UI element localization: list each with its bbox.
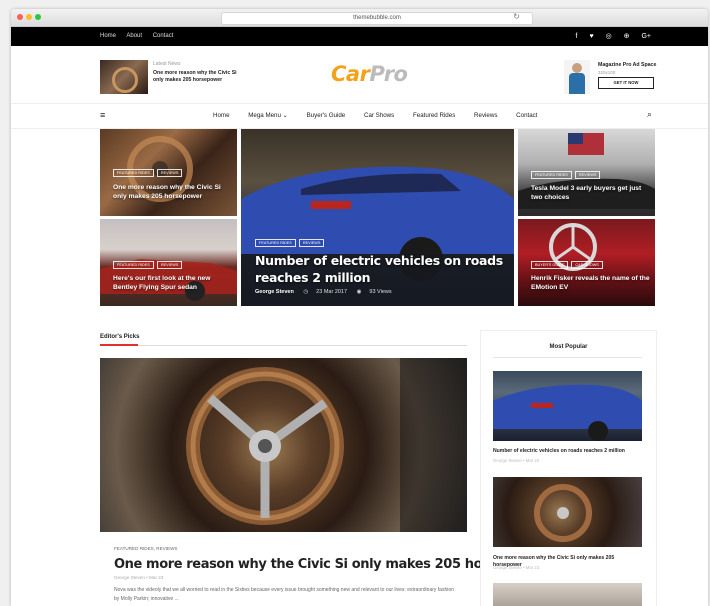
top-nav-home[interactable]: Home bbox=[100, 33, 116, 39]
main-nav-links: Home Mega Menu ⌄ Buyer's Guide Car Shows… bbox=[213, 104, 554, 128]
hero-tile-title[interactable]: Henrik Fisker reveals the name of the EM… bbox=[531, 274, 651, 292]
tag-featured-rides[interactable]: Featured Rides bbox=[113, 261, 154, 269]
nav-contact[interactable]: Contact bbox=[516, 112, 537, 119]
editors-pick-tags[interactable]: FEATURED RIDES, REVIEWS bbox=[114, 546, 177, 551]
most-popular-heading: Most Popular bbox=[549, 344, 588, 350]
tag-list: Featured Rides Reviews bbox=[113, 169, 183, 177]
clock-icon: ◷ bbox=[303, 289, 309, 295]
close-window-button[interactable] bbox=[17, 14, 23, 20]
main-nav: ≡ Home Mega Menu ⌄ Buyer's Guide Car Sho… bbox=[11, 104, 708, 129]
logo-part-1: Car bbox=[331, 62, 370, 86]
editors-pick-excerpt: Nova was the videoly that we all worried… bbox=[114, 587, 454, 602]
hero-tile-title[interactable]: Here's our first look at the new Bentley… bbox=[113, 274, 233, 292]
nav-reviews[interactable]: Reviews bbox=[474, 112, 497, 119]
get-it-now-button[interactable]: GET IT NOW bbox=[598, 77, 654, 89]
minimize-window-button[interactable] bbox=[26, 14, 32, 20]
eye-icon: ◉ bbox=[356, 289, 362, 295]
editors-pick-meta: George Steven • Mar 23 bbox=[114, 575, 164, 580]
popular-item-image[interactable] bbox=[493, 477, 642, 547]
address-bar[interactable]: themebubble.com bbox=[221, 12, 533, 25]
top-nav-about[interactable]: About bbox=[126, 33, 142, 39]
reload-icon[interactable]: ↻ bbox=[513, 12, 520, 21]
tag-list: Featured Rides Reviews bbox=[113, 261, 183, 269]
browser-window: themebubble.com ↻ Home About Contact f ♥… bbox=[11, 9, 708, 606]
steering-wheel-illustration bbox=[534, 484, 592, 542]
blue-car-illustration bbox=[493, 384, 642, 441]
hero-tile-top-right[interactable]: Featured Rides Reviews Tesla Model 3 ear… bbox=[518, 129, 655, 216]
tag-featured-rides[interactable]: Featured Rides bbox=[255, 239, 296, 247]
popular-item-meta: George Steven • Mar 23 bbox=[493, 458, 540, 463]
section-divider bbox=[100, 344, 467, 346]
pinterest-icon[interactable]: ⊕ bbox=[624, 33, 630, 40]
popular-item-meta: George Steven • Mar 23 bbox=[493, 565, 540, 570]
facebook-icon[interactable]: f bbox=[576, 33, 578, 40]
tag-list: Featured Rides Reviews bbox=[531, 171, 601, 179]
post-date: 23 Mar 2017 bbox=[316, 289, 348, 295]
tag-list: Featured Rides Reviews bbox=[255, 239, 325, 247]
popular-item-image[interactable] bbox=[493, 583, 642, 606]
logo-part-2: Pro bbox=[369, 62, 408, 86]
hero-tile-bottom-left[interactable]: Featured Rides Reviews Here's our first … bbox=[100, 219, 237, 306]
latest-news-title[interactable]: One more reason why the Civic Si only ma… bbox=[153, 70, 243, 84]
nav-home[interactable]: Home bbox=[213, 112, 230, 119]
popular-item-image[interactable] bbox=[493, 371, 642, 441]
social-links: f ♥ ◎ ⊕ G+ bbox=[566, 27, 651, 46]
editors-pick-image[interactable] bbox=[100, 358, 467, 532]
hero-tile-title[interactable]: Tesla Model 3 early buyers get just two … bbox=[531, 184, 646, 202]
zoom-window-button[interactable] bbox=[35, 14, 41, 20]
google-plus-icon[interactable]: G+ bbox=[641, 33, 651, 40]
ad-size: 320x100 bbox=[598, 70, 616, 75]
most-popular-sidebar: Most Popular Number of electric vehicles… bbox=[480, 330, 657, 606]
tag-reviews[interactable]: Reviews bbox=[298, 239, 325, 247]
instagram-icon[interactable]: ◎ bbox=[606, 33, 612, 40]
hero-tile-top-left[interactable]: Featured Rides Reviews One more reason w… bbox=[100, 129, 237, 216]
latest-news-thumbnail[interactable] bbox=[100, 60, 148, 94]
hero-main-title[interactable]: Number of electric vehicles on roads rea… bbox=[255, 252, 510, 286]
nav-featured-rides[interactable]: Featured Rides bbox=[413, 112, 455, 119]
ad-image bbox=[564, 60, 590, 94]
tag-reviews[interactable]: Reviews bbox=[156, 261, 183, 269]
top-bar: Home About Contact f ♥ ◎ ⊕ G+ bbox=[11, 27, 708, 46]
tag-featured-rides[interactable]: Featured Rides bbox=[531, 171, 572, 179]
hamburger-menu-icon[interactable]: ≡ bbox=[100, 110, 105, 120]
site-logo[interactable]: CarPro bbox=[331, 62, 408, 86]
nav-car-shows[interactable]: Car Shows bbox=[364, 112, 394, 119]
editors-picks-heading: Editor's Picks bbox=[100, 334, 140, 340]
top-nav: Home About Contact bbox=[100, 27, 182, 46]
steering-wheel-illustration bbox=[186, 358, 467, 532]
hero-tile-title[interactable]: One more reason why the Civic Si only ma… bbox=[113, 183, 228, 201]
search-icon[interactable]: ⌕ bbox=[647, 109, 652, 120]
twitter-icon[interactable]: ♥ bbox=[589, 33, 593, 40]
hero-tile-bottom-right[interactable]: Buyer's Guide Car Shows Henrik Fisker re… bbox=[518, 219, 655, 306]
tag-reviews[interactable]: Reviews bbox=[574, 171, 601, 179]
browser-chrome: themebubble.com ↻ bbox=[11, 9, 708, 27]
tag-list: Buyer's Guide Car Shows bbox=[531, 261, 603, 269]
tag-buyers-guide[interactable]: Buyer's Guide bbox=[531, 261, 569, 269]
ad-title: Magazine Pro Ad Space bbox=[598, 62, 657, 68]
site-header: Latest News One more reason why the Civi… bbox=[11, 46, 708, 104]
nav-mega-menu[interactable]: Mega Menu ⌄ bbox=[248, 112, 288, 119]
top-nav-contact[interactable]: Contact bbox=[153, 33, 174, 39]
popular-item-title[interactable]: Number of electric vehicles on roads rea… bbox=[493, 448, 643, 455]
view-count: 93 Views bbox=[369, 289, 392, 295]
author-name[interactable]: George Steven bbox=[255, 289, 294, 295]
tag-car-shows[interactable]: Car Shows bbox=[571, 261, 603, 269]
hero-main-meta: George Steven ◷ 23 Mar 2017 ◉ 93 Views bbox=[255, 289, 400, 295]
tag-featured-rides[interactable]: Featured Rides bbox=[113, 169, 154, 177]
sidebar-divider bbox=[493, 357, 642, 358]
tag-reviews[interactable]: Reviews bbox=[156, 169, 183, 177]
latest-news-label: Latest News bbox=[153, 61, 181, 67]
hero-grid: Featured Rides Reviews One more reason w… bbox=[100, 129, 655, 306]
hero-tile-center[interactable]: Featured Rides Reviews Number of electri… bbox=[241, 129, 514, 306]
nav-buyers-guide[interactable]: Buyer's Guide bbox=[307, 112, 346, 119]
